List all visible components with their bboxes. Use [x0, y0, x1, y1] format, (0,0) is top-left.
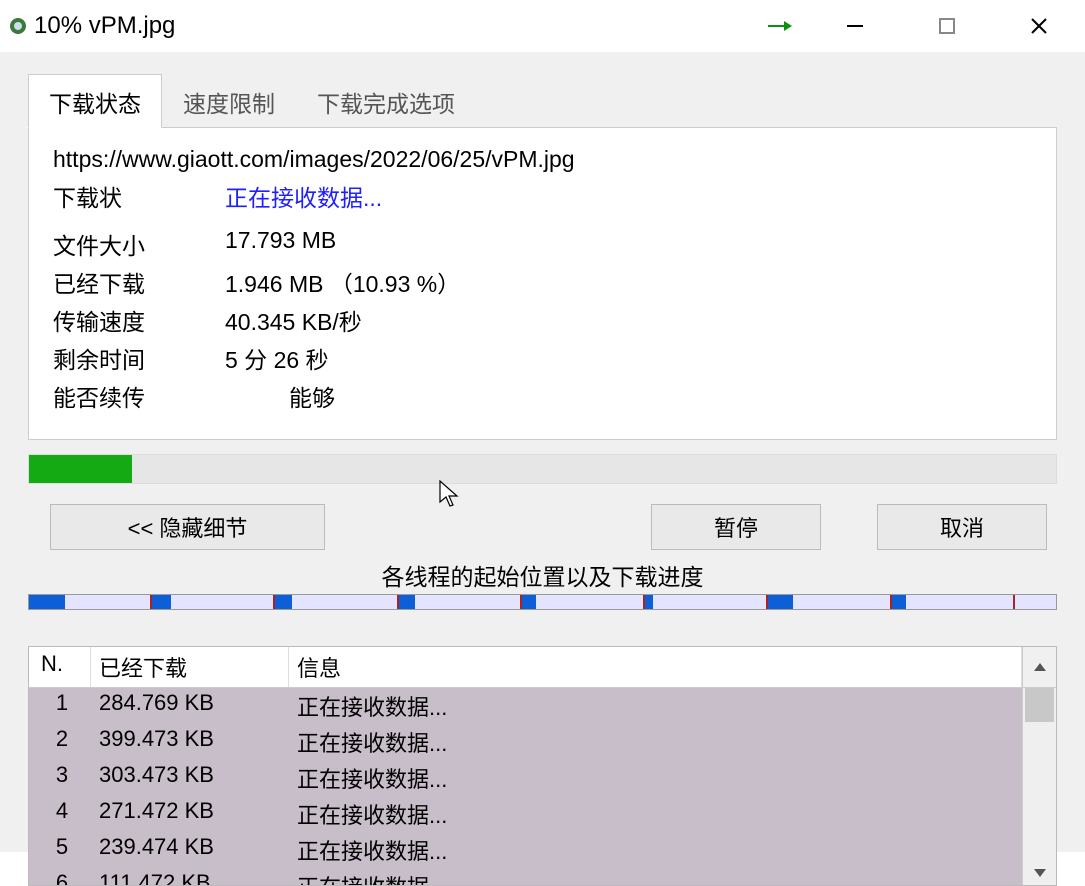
table-row[interactable]: 3303.473 KB正在接收数据... [29, 760, 1022, 796]
window-title: 10% vPM.jpg [34, 12, 175, 40]
cell-info: 正在接收数据... [289, 688, 1022, 724]
close-button[interactable] [993, 0, 1085, 52]
cell-n: 6 [29, 868, 91, 885]
info-label: 文件大小 [53, 227, 225, 261]
status-label: 下载状 [53, 179, 225, 213]
segment-gap [653, 595, 768, 609]
segment-fill [275, 595, 291, 609]
info-value: 40.345 KB/秒 [225, 303, 1032, 337]
segment-fill [152, 595, 170, 609]
segment-divider [520, 595, 522, 609]
segment-divider [643, 595, 645, 609]
tab-1[interactable]: 速度限制 [162, 74, 296, 128]
segment-fill [892, 595, 906, 609]
cell-info: 正在接收数据... [289, 796, 1022, 832]
app-icon [8, 16, 28, 36]
minimize-button[interactable] [809, 0, 901, 52]
segment-fill [768, 595, 793, 609]
cell-downloaded: 284.769 KB [91, 688, 289, 724]
cell-downloaded: 111.472 KB [91, 868, 289, 885]
segment-divider [890, 595, 892, 609]
scroll-thumb[interactable] [1025, 688, 1054, 722]
info-row: 剩余时间5 分 26 秒 [53, 341, 1032, 375]
table-row[interactable]: 5239.474 KB正在接收数据... [29, 832, 1022, 868]
cell-downloaded: 399.473 KB [91, 724, 289, 760]
segment-gap [1015, 595, 1056, 609]
segment-gap [65, 595, 152, 609]
progress-fill [29, 455, 132, 483]
titlebar: 10% vPM.jpg [0, 0, 1085, 52]
info-value: 5 分 26 秒 [225, 341, 1032, 375]
scroll-up-icon[interactable] [1022, 647, 1056, 687]
info-row: 传输速度40.345 KB/秒 [53, 303, 1032, 337]
info-row: 文件大小17.793 MB [53, 227, 1032, 261]
pause-button[interactable]: 暂停 [651, 504, 821, 550]
hide-details-button[interactable]: << 隐藏细节 [50, 504, 325, 550]
segment-fill [645, 595, 653, 609]
segment-gap [793, 595, 892, 609]
segment-gap [536, 595, 645, 609]
table-row[interactable]: 2399.473 KB正在接收数据... [29, 724, 1022, 760]
info-row: 能否续传能够 [53, 379, 1032, 413]
segment-gap [171, 595, 276, 609]
info-value: 能够 [225, 379, 1032, 413]
cell-n: 2 [29, 724, 91, 760]
tab-bar: 下载状态速度限制下载完成选项 [28, 52, 1057, 128]
cell-n: 1 [29, 688, 91, 724]
cell-n: 4 [29, 796, 91, 832]
segment-fill [29, 595, 65, 609]
segment-bar [28, 594, 1057, 610]
scroll-down-icon[interactable] [1023, 861, 1056, 885]
cell-downloaded: 303.473 KB [91, 760, 289, 796]
cell-info: 正在接收数据... [289, 760, 1022, 796]
cell-info: 正在接收数据... [289, 868, 1022, 885]
cancel-button[interactable]: 取消 [877, 504, 1047, 550]
cell-info: 正在接收数据... [289, 724, 1022, 760]
cell-downloaded: 239.474 KB [91, 832, 289, 868]
info-label: 剩余时间 [53, 341, 225, 375]
segment-fill [399, 595, 415, 609]
segment-gap [292, 595, 399, 609]
info-value: 1.946 MB （10.93 %） [225, 265, 1032, 299]
segment-gap [415, 595, 522, 609]
scrollbar[interactable] [1022, 688, 1056, 885]
info-label: 传输速度 [53, 303, 225, 337]
cell-downloaded: 271.472 KB [91, 796, 289, 832]
info-value: 17.793 MB [225, 227, 1032, 261]
tab-2[interactable]: 下载完成选项 [296, 74, 476, 128]
table-row[interactable]: 1284.769 KB正在接收数据... [29, 688, 1022, 724]
cell-info: 正在接收数据... [289, 832, 1022, 868]
tab-0[interactable]: 下载状态 [28, 74, 162, 128]
info-row: 已经下载1.946 MB （10.93 %） [53, 265, 1032, 299]
segment-fill [522, 595, 536, 609]
table-row[interactable]: 6111.472 KB正在接收数据... [29, 868, 1022, 885]
content-area: 下载状态速度限制下载完成选项 https://www.giaott.com/im… [0, 52, 1085, 852]
header-n[interactable]: N. [29, 647, 91, 687]
thread-table: N. 已经下载 信息 1284.769 KB正在接收数据...2399.473 … [28, 646, 1057, 886]
maximize-button[interactable] [901, 0, 993, 52]
cell-n: 5 [29, 832, 91, 868]
progress-bar [28, 454, 1057, 484]
threads-title: 各线程的起始位置以及下载进度 [28, 558, 1057, 592]
status-panel: https://www.giaott.com/images/2022/06/25… [28, 127, 1057, 440]
header-info[interactable]: 信息 [289, 647, 1022, 687]
info-label: 已经下载 [53, 265, 225, 299]
cell-n: 3 [29, 760, 91, 796]
header-downloaded[interactable]: 已经下载 [91, 647, 289, 687]
info-label: 能否续传 [53, 379, 225, 413]
download-url: https://www.giaott.com/images/2022/06/25… [53, 146, 1032, 173]
table-header: N. 已经下载 信息 [29, 647, 1056, 688]
segment-gap [906, 595, 1015, 609]
segment-divider [397, 595, 399, 609]
table-row[interactable]: 4271.472 KB正在接收数据... [29, 796, 1022, 832]
segment-divider [766, 595, 768, 609]
segment-divider [150, 595, 152, 609]
segment-divider [273, 595, 275, 609]
arrow-icon [749, 13, 809, 39]
status-value: 正在接收数据... [225, 179, 1032, 213]
